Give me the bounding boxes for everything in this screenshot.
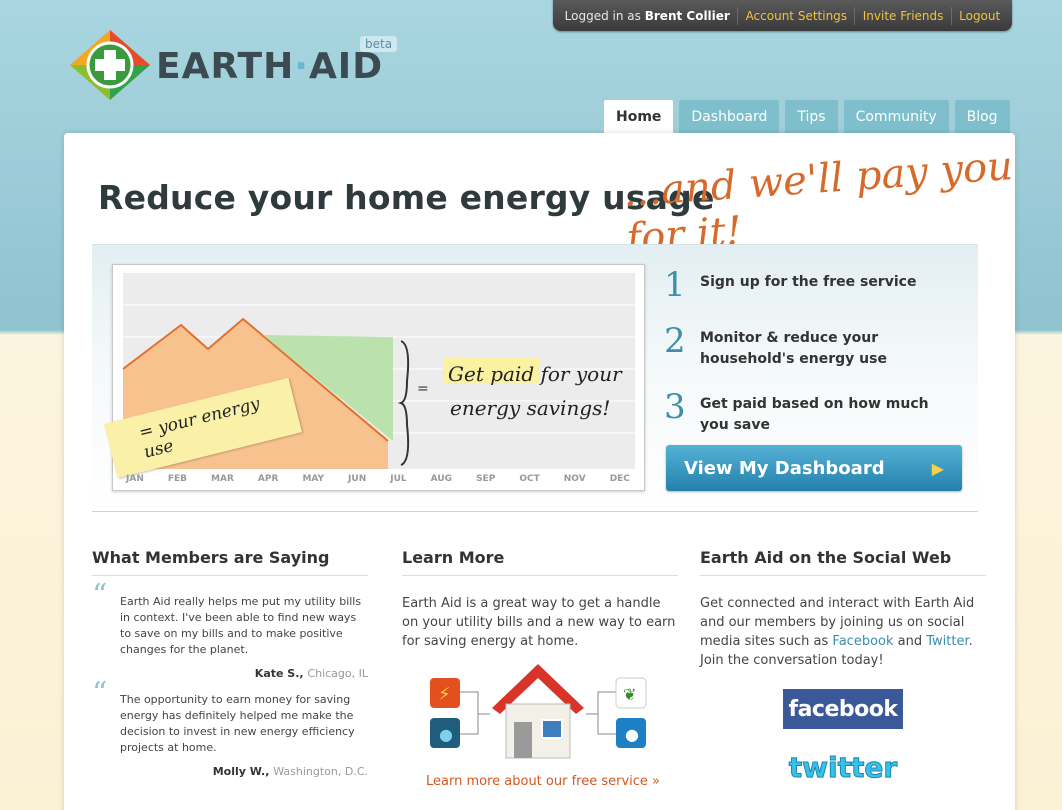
tab-dashboard[interactable]: Dashboard	[679, 100, 780, 133]
graph-months: JAN FEB MAR APR MAY JUN JUL AUG SEP OCT …	[118, 474, 638, 484]
logged-in-label: Logged in as Brent Collier	[564, 8, 730, 23]
testimonial-text: Earth Aid really helps me put my utility…	[120, 595, 362, 656]
main-nav: Home Dashboard Tips Community Blog	[604, 100, 1010, 133]
month-label: AUG	[430, 474, 453, 484]
utilities-house-illustration: ⚡ ● ❦ ●	[430, 664, 647, 759]
month-label: FEB	[167, 474, 188, 484]
graph-note-right-2: energy savings!	[450, 396, 611, 420]
view-dashboard-label: View My Dashboard	[684, 457, 885, 479]
step-3: 3 Get paid based on how much you save	[664, 388, 964, 436]
members-column: What Members are Saying “ Earth Aid real…	[92, 548, 368, 790]
svg-text:●: ●	[439, 725, 453, 744]
testimonial-author: Molly W., Washington, D.C.	[212, 765, 368, 778]
quote-mark-icon: “	[92, 676, 108, 711]
testimonial: “ The opportunity to earn money for savi…	[92, 679, 368, 780]
step-number: 2	[664, 321, 686, 361]
month-label: SEP	[476, 474, 496, 484]
step-text: Get paid based on how much you save	[700, 396, 929, 433]
graph-note-right-1: Get paid for your	[448, 362, 622, 386]
step-1: 1 Sign up for the free service	[664, 266, 964, 304]
learn-more-text: Earth Aid is a great way to get a handle…	[402, 596, 676, 649]
testimonial-location: Washington, D.C.	[273, 765, 368, 778]
cross-logo-icon	[70, 30, 150, 100]
learn-more-column: Learn More Earth Aid is a great way to g…	[402, 548, 678, 651]
month-label: JAN	[126, 474, 144, 484]
facebook-link[interactable]: Facebook	[832, 634, 893, 649]
divider	[854, 6, 856, 25]
learn-more-link[interactable]: Learn more about our free service »	[426, 774, 660, 789]
step-number: 3	[664, 387, 686, 427]
month-label: JUL	[390, 474, 407, 484]
twitter-link[interactable]: Twitter	[926, 634, 968, 649]
month-label: DEC	[609, 474, 630, 484]
svg-text:⚡: ⚡	[438, 684, 451, 705]
testimonial: “ Earth Aid really helps me put my utili…	[92, 581, 368, 682]
testimonial-author: Kate S., Chicago, IL	[254, 667, 368, 680]
logout-link[interactable]: Logout	[959, 9, 1000, 23]
play-arrow-icon: ▶	[931, 458, 944, 478]
tab-community[interactable]: Community	[843, 100, 949, 133]
account-bar: Logged in as Brent Collier Account Setti…	[553, 0, 1012, 31]
facebook-logo-button[interactable]: facebook	[783, 689, 903, 729]
month-label: OCT	[519, 474, 540, 484]
beta-badge: beta	[360, 36, 398, 52]
twitter-logo-button[interactable]: twitter	[783, 748, 903, 786]
divider	[950, 6, 952, 25]
divider	[737, 6, 739, 25]
quote-mark-icon: “	[92, 578, 108, 613]
svg-text:=: =	[417, 381, 429, 397]
step-number: 1	[664, 265, 686, 305]
earth-aid-logo[interactable]: EARTH·AID beta	[68, 28, 398, 108]
members-heading: What Members are Saying	[92, 548, 368, 576]
tab-tips[interactable]: Tips	[785, 100, 838, 133]
social-column: Earth Aid on the Social Web Get connecte…	[700, 548, 986, 670]
user-name: Brent Collier	[644, 8, 730, 23]
month-label: MAY	[302, 474, 325, 484]
social-text: Get connected and interact with Earth Ai…	[700, 596, 975, 668]
view-dashboard-button[interactable]: View My Dashboard ▶	[666, 445, 962, 491]
testimonial-text: The opportunity to earn money for saving…	[120, 693, 355, 754]
social-heading: Earth Aid on the Social Web	[700, 548, 986, 576]
tab-blog[interactable]: Blog	[954, 100, 1010, 133]
testimonial-location: Chicago, IL	[307, 667, 368, 680]
invite-friends-link[interactable]: Invite Friends	[863, 9, 944, 23]
account-settings-link[interactable]: Account Settings	[746, 9, 847, 23]
how-it-works-steps: 1 Sign up for the free service 2 Monitor…	[664, 266, 964, 454]
month-label: APR	[257, 474, 279, 484]
step-text: Monitor & reduce your household's energy…	[700, 330, 887, 367]
month-label: MAR	[211, 474, 234, 484]
svg-text:❦: ❦	[623, 685, 636, 704]
step-text: Sign up for the free service	[700, 274, 917, 290]
step-2: 2 Monitor & reduce your household's ener…	[664, 322, 964, 370]
tab-home[interactable]: Home	[604, 100, 674, 133]
svg-text:●: ●	[625, 725, 639, 744]
month-label: NOV	[563, 474, 586, 484]
learn-more-heading: Learn More	[402, 548, 678, 576]
month-label: JUN	[348, 474, 367, 484]
logo-text: EARTH·AID	[156, 46, 384, 87]
